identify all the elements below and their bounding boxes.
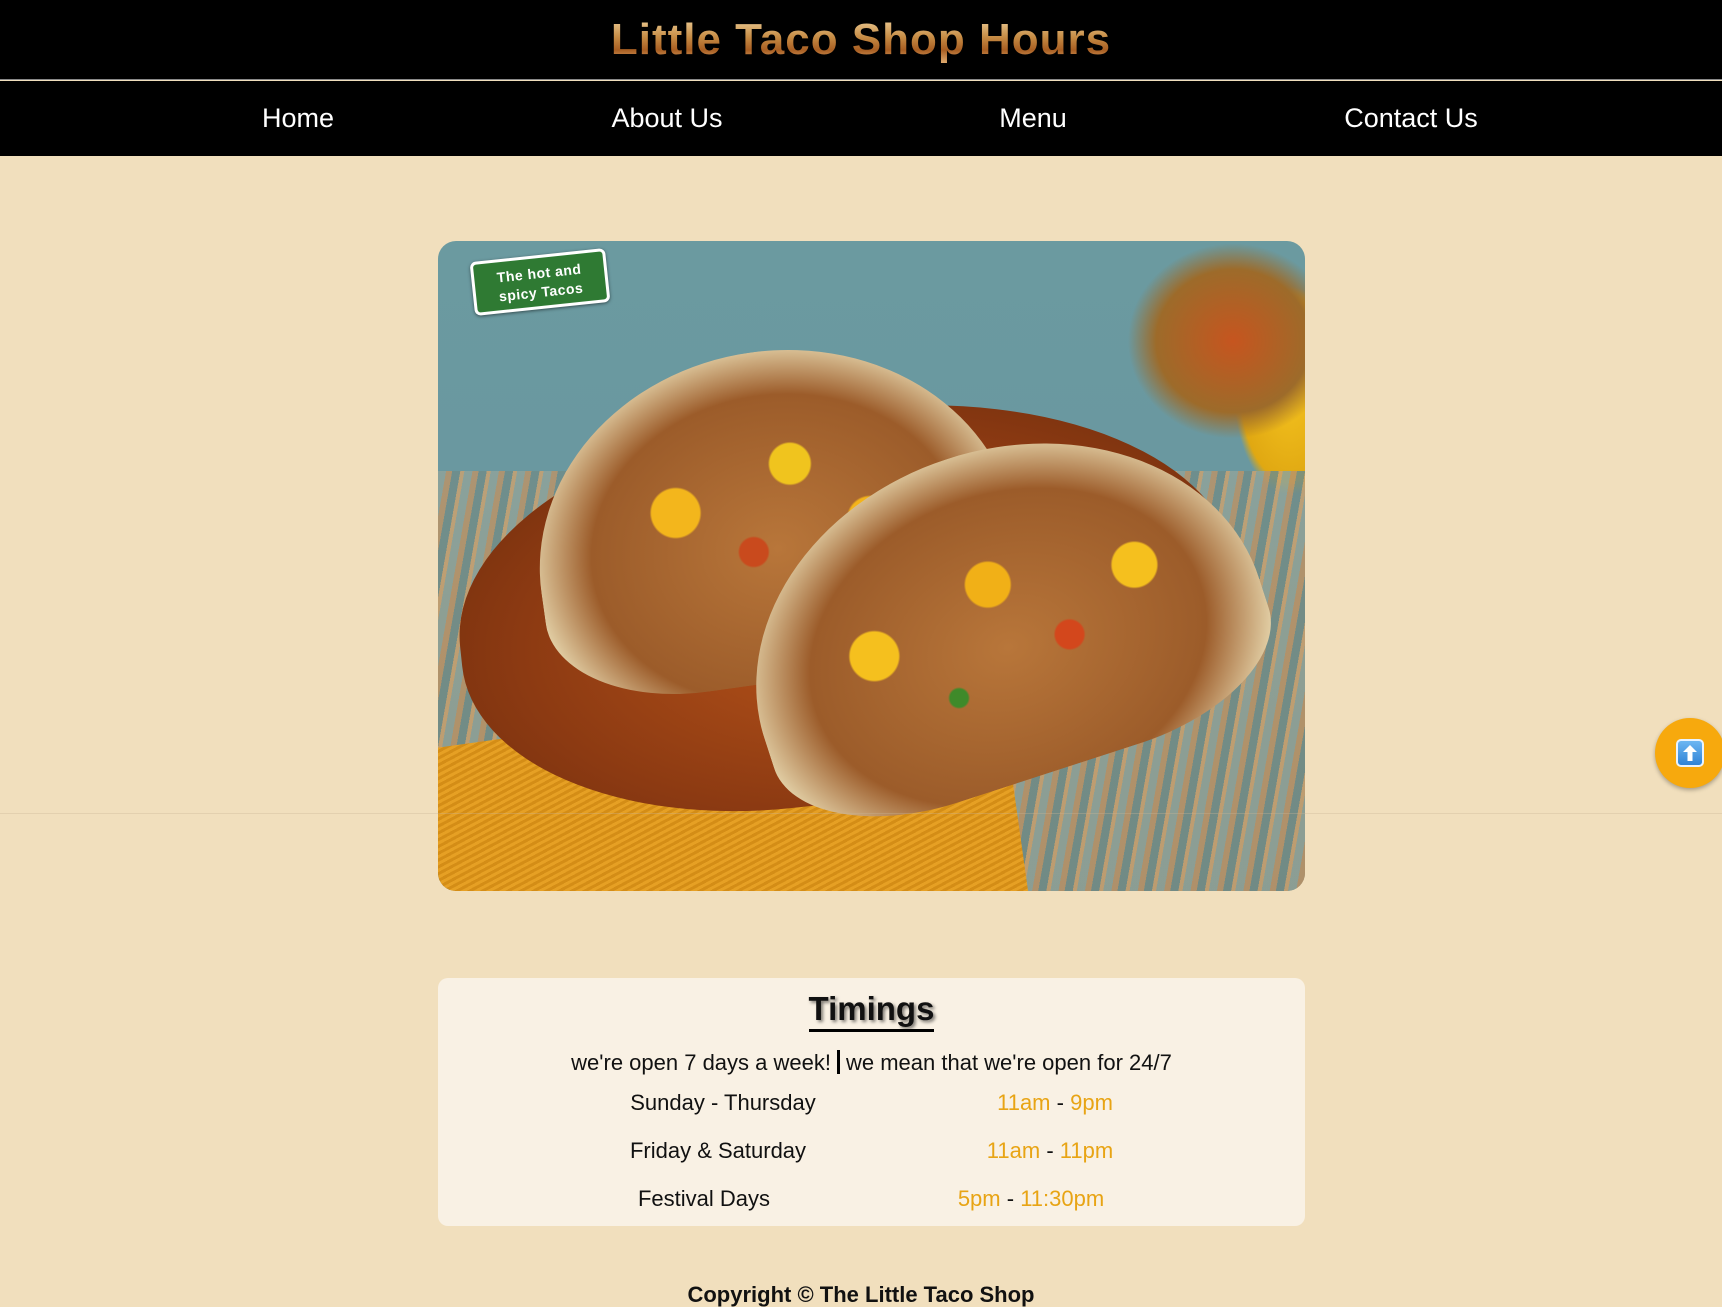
nav-about-link[interactable]: About Us: [611, 81, 722, 156]
time-separator: -: [1046, 1138, 1054, 1163]
timings-card: Timings we're open 7 days a week! we mean…: [438, 978, 1305, 1226]
arrow-up-icon: [1676, 739, 1704, 767]
time-separator: -: [1006, 1186, 1015, 1211]
close-time: 9pm: [1070, 1090, 1113, 1115]
timings-tagline-part2: we mean that we're open for 24/7: [845, 1050, 1172, 1075]
close-time: 11:30pm: [1020, 1186, 1105, 1211]
timings-title: Timings: [808, 990, 935, 1032]
page-title: Little Taco Shop Hours: [610, 14, 1112, 64]
footer-copyright: Copyright © The Little Taco Shop: [687, 1282, 1035, 1307]
main-nav: Home About Us Menu Contact Us: [0, 81, 1722, 156]
timings-heading: Timings: [438, 990, 1305, 1032]
schedule-row: Friday & Saturday 11am - 11pm: [438, 1138, 1305, 1168]
schedule-day: Sunday - Thursday: [630, 1090, 816, 1115]
schedule-day: Friday & Saturday: [629, 1138, 807, 1163]
open-time: 11am: [986, 1138, 1041, 1163]
schedule-row: Festival Days 5pm - 11:30pm: [438, 1186, 1305, 1216]
scroll-to-top-button[interactable]: [1655, 718, 1722, 788]
open-time: 5pm: [957, 1186, 1001, 1211]
schedule-hours: 11am - 11pm: [987, 1138, 1113, 1164]
tagline-separator: [836, 1050, 840, 1074]
schedule-hours: 5pm - 11:30pm: [958, 1186, 1104, 1212]
divider: [0, 813, 1722, 814]
nav-contact-link[interactable]: Contact Us: [1344, 81, 1478, 156]
timings-tagline: we're open 7 days a week! we mean that we…: [438, 1050, 1305, 1076]
site-header: Little Taco Shop Hours: [0, 0, 1722, 80]
schedule-day: Festival Days: [637, 1186, 771, 1211]
schedule-hours: 11am - 9pm: [997, 1090, 1113, 1116]
hero-taco-image: The hot and spicy Tacos: [438, 241, 1305, 891]
time-separator: -: [1056, 1090, 1064, 1115]
open-time: 11am: [997, 1090, 1051, 1115]
hero-tag-badge: The hot and spicy Tacos: [469, 248, 611, 316]
timings-tagline-part1: we're open 7 days a week!: [571, 1050, 831, 1075]
close-time: 11pm: [1059, 1138, 1114, 1163]
schedule-row: Sunday - Thursday 11am - 9pm: [438, 1090, 1305, 1120]
nav-menu-link[interactable]: Menu: [999, 81, 1067, 156]
nav-home-link[interactable]: Home: [262, 81, 334, 156]
